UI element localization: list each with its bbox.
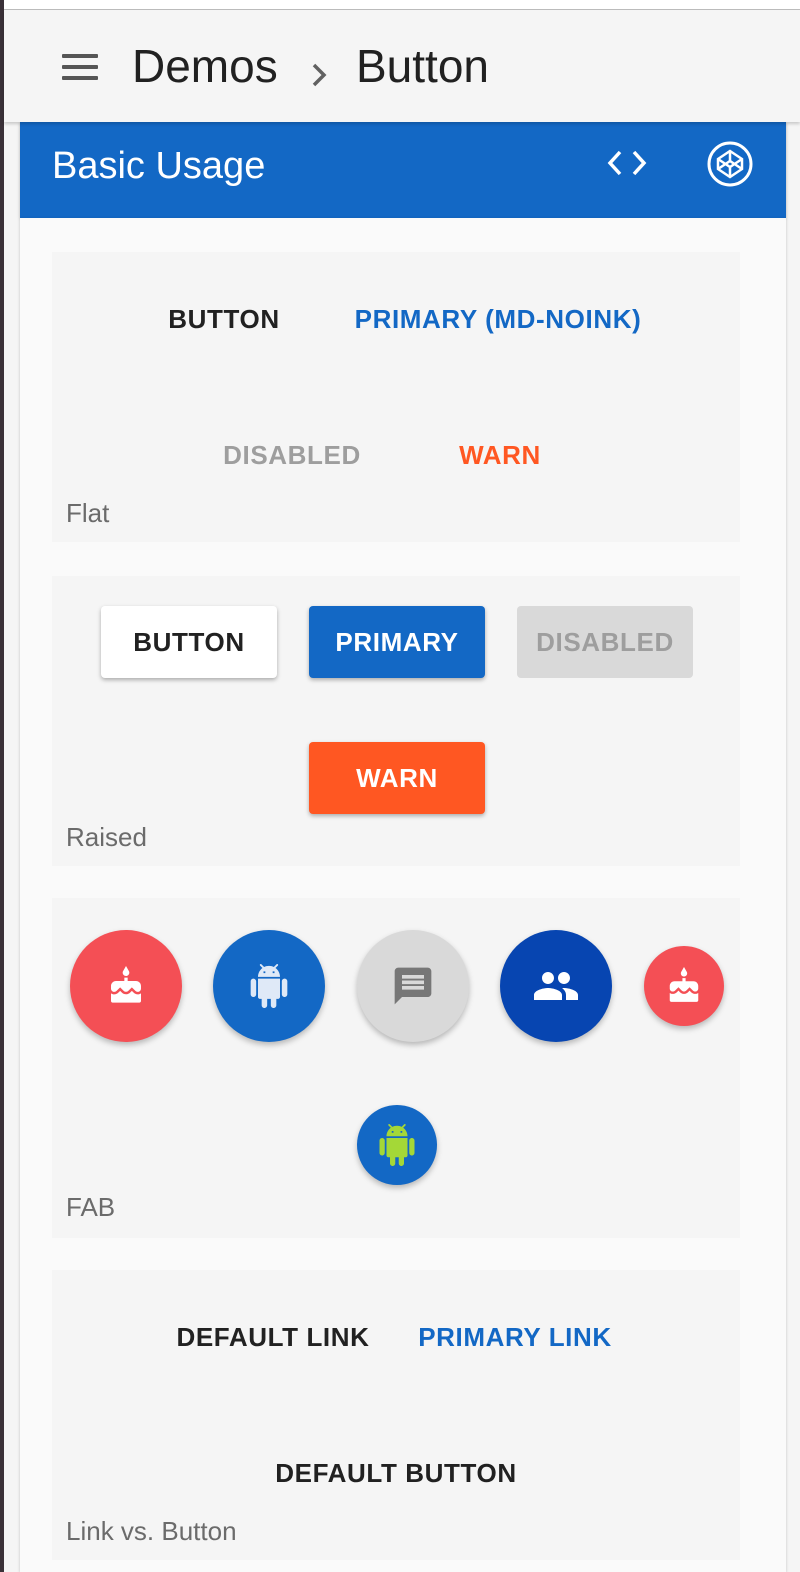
breadcrumb-page: Button xyxy=(356,40,489,92)
top-border xyxy=(4,0,800,10)
raised-demo: BUTTON PRIMARY DISABLED WARN Raised xyxy=(52,576,740,866)
link-vs-button-demo: DEFAULT LINK PRIMARY LINK DEFAULT BUTTON… xyxy=(52,1270,740,1560)
chevron-right-icon xyxy=(312,63,327,87)
cake-icon xyxy=(669,967,699,1002)
flat-disabled-button: DISABLED xyxy=(223,440,361,470)
card-header: Basic Usage xyxy=(20,122,786,218)
message-icon xyxy=(394,967,432,1005)
fab-demo-label: FAB xyxy=(66,1192,116,1222)
raised-demo-label: Raised xyxy=(66,822,147,852)
fab-message-button xyxy=(357,930,469,1042)
code-icon[interactable] xyxy=(606,148,648,178)
fab-mini-android-button[interactable] xyxy=(357,1105,437,1185)
flat-default-button[interactable]: BUTTON xyxy=(156,304,292,335)
breadcrumb-section[interactable]: Demos xyxy=(132,38,278,94)
primary-link[interactable]: PRIMARY LINK xyxy=(408,1322,622,1353)
fab-people-button[interactable] xyxy=(500,930,612,1042)
codepen-icon[interactable] xyxy=(706,140,754,188)
fab-mini-cake-button[interactable] xyxy=(644,946,724,1026)
link-vs-button-demo-label: Link vs. Button xyxy=(66,1516,237,1546)
default-link[interactable]: DEFAULT LINK xyxy=(168,1322,378,1353)
fab-android-button[interactable] xyxy=(213,930,325,1042)
window-edge xyxy=(0,0,4,1572)
raised-default-button[interactable]: BUTTON xyxy=(101,606,277,678)
raised-primary-button[interactable]: PRIMARY xyxy=(309,606,485,678)
people-icon xyxy=(534,972,578,1000)
cake-icon xyxy=(111,966,141,1003)
flat-primary-noink-button[interactable]: PRIMARY (MD-NOINK) xyxy=(348,304,648,335)
fab-cake-button[interactable] xyxy=(70,930,182,1042)
flat-demo: BUTTON PRIMARY (MD-NOINK) DISABLED WARN … xyxy=(52,252,740,542)
raised-warn-button[interactable]: WARN xyxy=(309,742,485,814)
default-button[interactable]: DEFAULT BUTTON xyxy=(266,1458,526,1489)
raised-disabled-button: DISABLED xyxy=(517,606,693,678)
android-icon xyxy=(379,1124,415,1166)
android-icon xyxy=(250,964,288,1008)
flat-warn-button[interactable]: WARN xyxy=(448,440,552,471)
app-toolbar: Demos Button xyxy=(4,10,800,122)
fab-demo: FAB xyxy=(52,898,740,1238)
card-title: Basic Usage xyxy=(52,145,266,187)
flat-demo-label: Flat xyxy=(66,498,110,528)
menu-icon[interactable] xyxy=(62,54,98,80)
